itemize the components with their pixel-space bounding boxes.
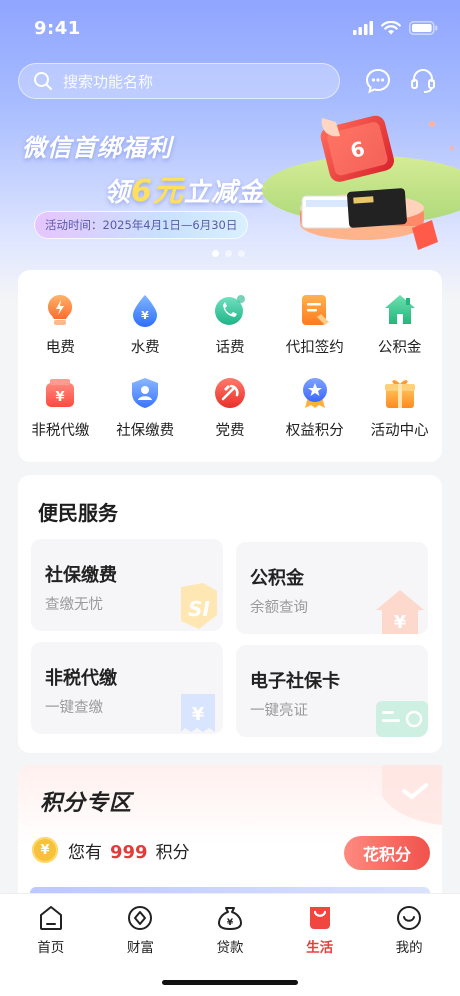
house-yuan-icon: ¥ [376,590,424,634]
tile-non-tax-payment[interactable]: 非税代缴 一键查缴 ¥ [31,642,223,734]
tab-home[interactable]: 首页 [11,904,91,956]
banner-title: 微信首绑福利 [22,134,172,162]
svg-text:SI: SI [188,597,210,621]
wifi-icon [381,21,401,35]
quick-services-card: 电费 ¥ 水费 话费 代扣签约 公积金 ¥ 非税代缴 社保缴费 党费 权益积分 … [18,270,442,462]
spend-points-button[interactable]: 花积分 [344,836,430,870]
receipt-yuan-icon: ¥ [181,694,215,732]
grid-item-phone-bill[interactable]: 话费 [188,292,273,357]
si-badge-icon: SI [181,583,217,629]
banner-amount: 6元 [131,174,184,209]
search-row: 搜索功能名称 [18,63,442,99]
svg-text:¥: ¥ [56,390,65,405]
banner-date: 活动时间：2025年4月1日—6月30日 [34,211,249,239]
tile-social-insurance[interactable]: 社保缴费 查缴无忧 SI [31,539,223,631]
loan-bag-icon: ¥ [217,907,242,930]
banner-dot-3[interactable] [238,250,245,257]
tab-wealth[interactable]: 财富 [100,904,180,956]
svg-text:¥: ¥ [227,918,234,928]
electricity-bulb-icon [48,294,73,325]
water-drop-icon: ¥ [133,295,158,327]
battery-icon [409,21,438,35]
customer-service-icon[interactable] [409,67,437,95]
section-title: 便民服务 [38,501,118,525]
house-icon [384,295,415,324]
id-card-icon [376,701,428,737]
grid-item-social-insurance[interactable]: 社保缴费 [103,375,188,440]
search-input[interactable]: 搜索功能名称 [18,63,340,99]
tab-profile[interactable]: 我的 [369,904,449,956]
grid-item-activity-center[interactable]: 活动中心 [357,375,442,440]
status-time: 9:41 [34,17,81,39]
coin-icon: ¥ [32,837,58,863]
grid-item-non-tax-payment[interactable]: ¥ 非税代缴 [18,375,103,440]
tile-housing-fund[interactable]: 公积金 余额查询 ¥ [236,542,428,634]
banner-subtitle: 领6元立减金 [104,174,265,209]
points-title: 积分专区 [40,791,133,816]
shield-user-icon [132,378,159,408]
grid-item-party-fee[interactable]: 党费 [188,375,273,440]
grid-item-electricity[interactable]: 电费 [18,292,103,357]
life-bag-icon [309,907,330,929]
points-value: 999 [110,841,148,863]
gift-box-icon [384,380,415,408]
phone-icon [214,295,245,325]
grid-item-rights-points[interactable]: 权益积分 [272,375,357,440]
promo-banner[interactable]: 微信首绑福利 领6元立减金 活动时间：2025年4月1日—6月30日 6 [0,108,460,268]
banner-pagination[interactable] [212,250,245,257]
yuan-bag-icon: ¥ [46,379,75,407]
banner-dot-1[interactable] [212,250,219,257]
clock-decoration-icon [382,765,442,825]
signal-icon [353,21,373,35]
tab-loan[interactable]: ¥ 贷款 [190,904,270,956]
grid-item-direct-debit[interactable]: 代扣签约 [272,292,357,357]
tile-e-social-card[interactable]: 电子社保卡 一键亮证 [236,645,428,737]
profile-icon [397,906,422,930]
svg-text:¥: ¥ [394,612,407,633]
search-icon [34,72,52,90]
wealth-icon [128,906,153,930]
home-icon [39,906,62,930]
grid-item-water[interactable]: ¥ 水费 [103,292,188,357]
party-emblem-icon [214,378,245,408]
medal-icon [302,378,327,408]
svg-text:¥: ¥ [141,309,149,322]
message-icon[interactable] [364,67,392,95]
search-placeholder: 搜索功能名称 [63,72,154,91]
status-bar: 9:41 [0,0,460,56]
banner-dot-2[interactable] [225,250,232,257]
convenience-services-card: 便民服务 社保缴费 查缴无忧 SI 公积金 余额查询 ¥ 非税代缴 一键查缴 ¥… [18,475,442,753]
svg-text:¥: ¥ [192,704,205,725]
banner-illustration: 6 [262,115,460,250]
tab-life[interactable]: 生活 [280,904,360,956]
grid-item-housing-fund[interactable]: 公积金 [357,292,442,357]
document-icon [301,295,329,325]
home-indicator [162,980,298,985]
points-balance: ¥ 您有 999 积分 [32,837,190,863]
